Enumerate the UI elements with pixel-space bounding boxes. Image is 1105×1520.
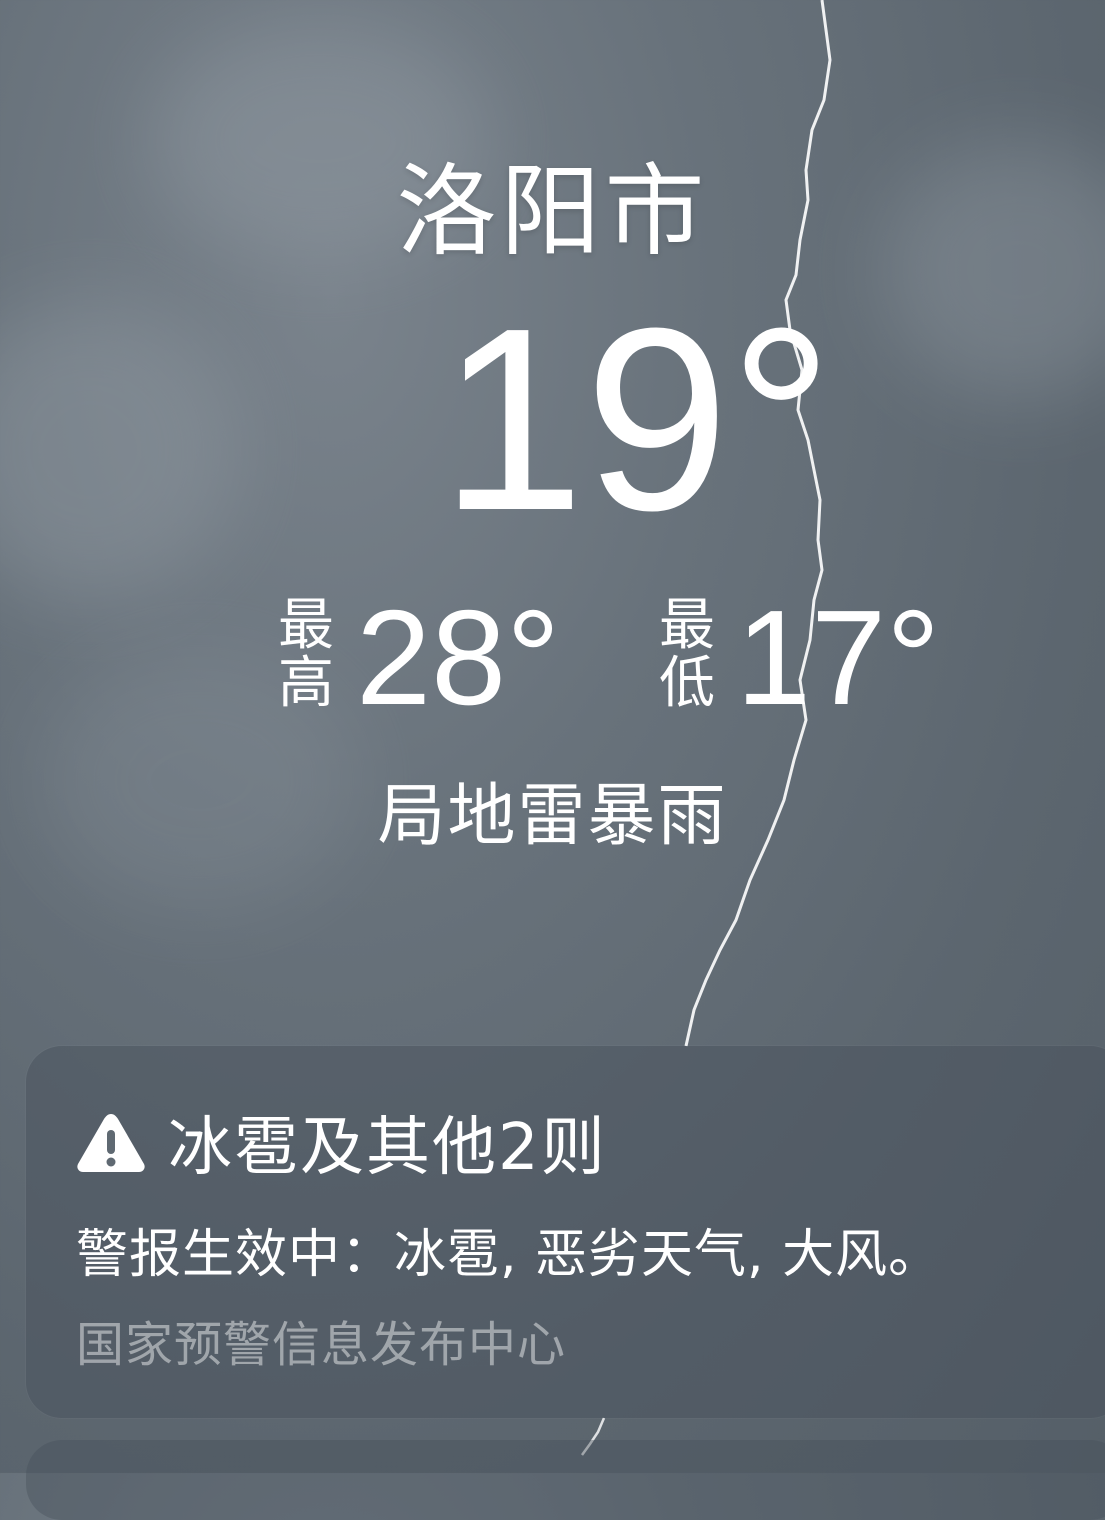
low-temperature: 17°	[736, 582, 941, 733]
low-label: 最低	[659, 593, 715, 714]
warning-triangle-icon	[77, 1114, 145, 1172]
weather-condition: 局地雷暴雨	[377, 777, 728, 856]
alert-source: 国家预警信息发布中心	[76, 1317, 567, 1373]
alert-title[interactable]: 冰雹及其他2则	[168, 1096, 607, 1188]
high-low-row: 最高 28° 最低 17°	[0, 590, 1105, 730]
high-temperature: 28°	[356, 582, 561, 733]
alert-description: 警报生效中：冰雹, 恶劣天气, 大风。	[76, 1225, 942, 1285]
current-temperature: 19°	[440, 275, 834, 565]
high-label: 最高	[278, 593, 334, 714]
next-card-edge	[26, 1440, 1105, 1520]
city-name: 洛阳市	[396, 153, 709, 270]
cloud-decoration	[0, 300, 240, 600]
